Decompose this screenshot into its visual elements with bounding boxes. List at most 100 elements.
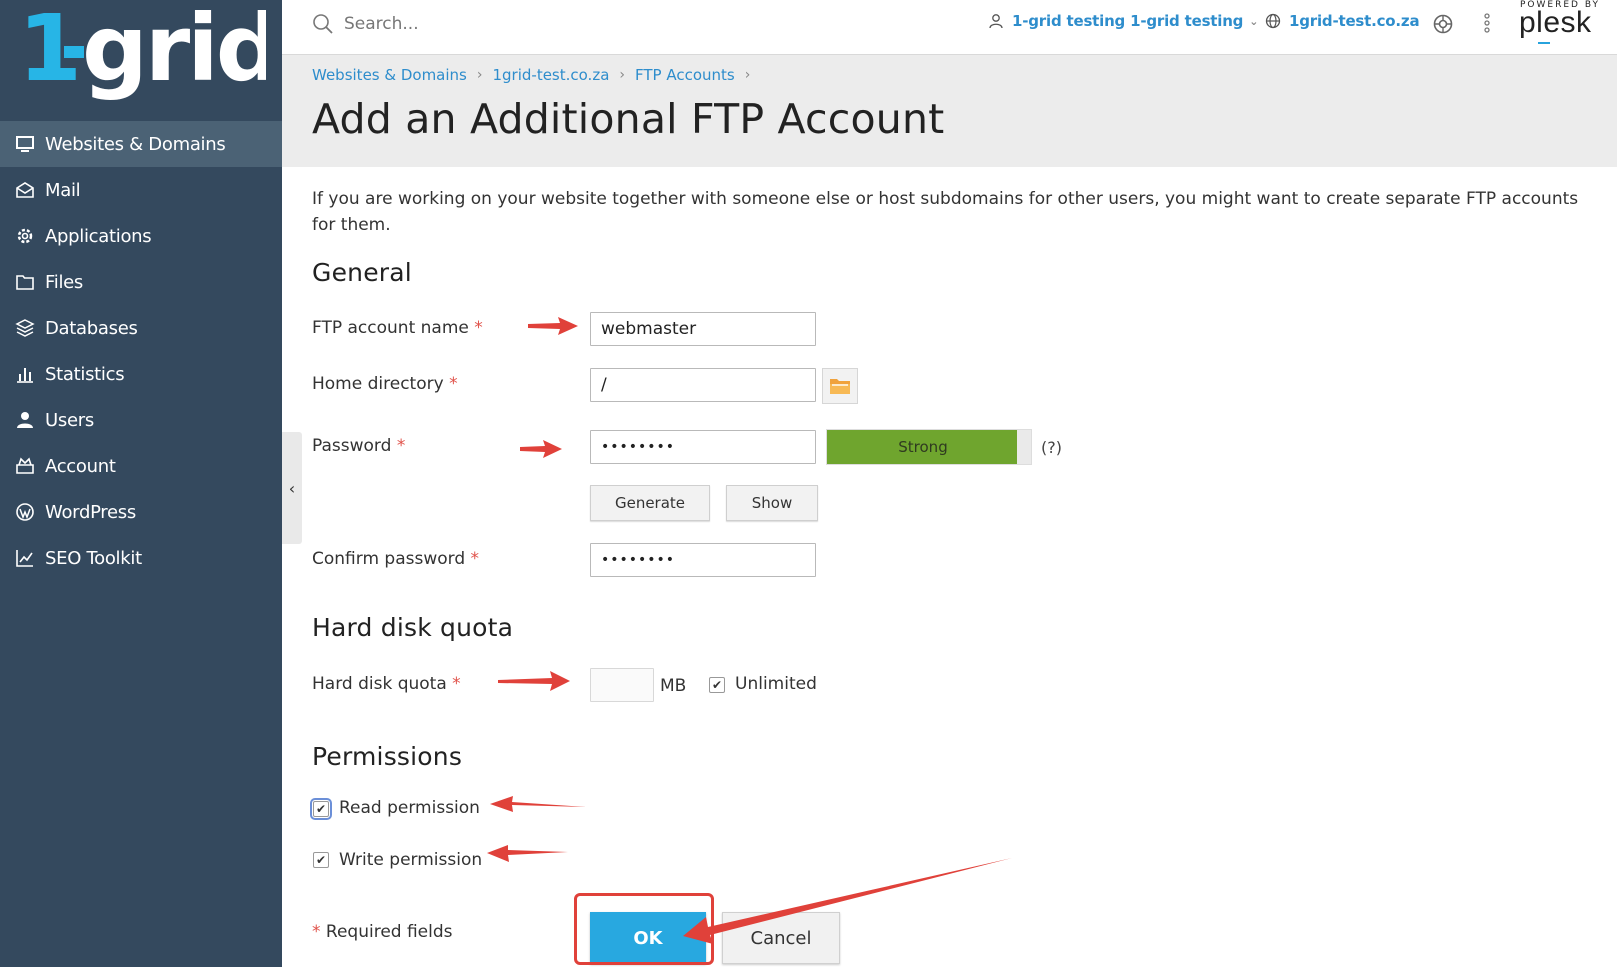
ok-button[interactable]: OK xyxy=(590,912,706,964)
browse-folder-button[interactable] xyxy=(822,368,858,404)
sidebar-item-label: Statistics xyxy=(45,363,125,385)
breadcrumb-ftp-accounts[interactable]: FTP Accounts xyxy=(635,66,735,84)
home-directory-input[interactable] xyxy=(590,368,816,402)
unlimited-label: Unlimited xyxy=(735,674,817,694)
search-input[interactable] xyxy=(342,10,646,38)
cancel-button[interactable]: Cancel xyxy=(722,912,840,964)
collapse-sidebar-button[interactable]: ‹ xyxy=(282,432,302,544)
intro-text: If you are working on your website toget… xyxy=(312,189,1579,235)
more-options-icon[interactable] xyxy=(1483,12,1491,34)
ftp-name-label: FTP account name * xyxy=(312,318,483,338)
quota-label-text: Hard disk quota xyxy=(312,674,447,694)
user-outline-icon xyxy=(989,14,1003,29)
confirm-password-label-text: Confirm password xyxy=(312,549,466,569)
checkmark-icon: ✔ xyxy=(711,678,723,692)
folder-icon xyxy=(830,379,850,394)
section-title-quota: Hard disk quota xyxy=(312,613,514,642)
write-permission-label: Write permission xyxy=(339,850,483,870)
database-icon xyxy=(14,317,36,339)
sidebar-item-label: WordPress xyxy=(45,501,136,523)
password-input[interactable] xyxy=(590,430,816,464)
breadcrumb-domain[interactable]: 1grid-test.co.za xyxy=(492,66,609,84)
sidebar-item-files[interactable]: Files xyxy=(0,259,282,305)
sidebar-item-label: Databases xyxy=(45,317,138,339)
arrow-to-write-permission xyxy=(487,845,568,862)
sidebar-item-wordpress[interactable]: WordPress xyxy=(0,489,282,535)
confirm-password-input[interactable] xyxy=(590,543,816,577)
sidebar-item-mail[interactable]: Mail xyxy=(0,167,282,213)
password-label: Password * xyxy=(312,436,405,456)
home-dir-label: Home directory * xyxy=(312,374,458,394)
chevron-down-icon: ⌄ xyxy=(1249,14,1259,28)
top-bar: 1-grid testing 1-grid testing ⌄ 1grid-te… xyxy=(282,0,1617,55)
ftp-name-label-text: FTP account name xyxy=(312,318,469,338)
seo-chart-icon xyxy=(14,547,36,569)
gear-icon xyxy=(14,225,36,247)
required-star: * xyxy=(474,318,483,338)
arrow-to-ftp-name xyxy=(528,317,578,335)
sidebar-item-label: Applications xyxy=(45,225,152,247)
strength-label: Strong xyxy=(898,438,948,456)
required-star: * xyxy=(396,436,406,456)
sidebar-item-websites-domains[interactable]: Websites & Domains xyxy=(0,121,282,167)
sidebar-item-label: Mail xyxy=(45,179,81,201)
quota-input[interactable] xyxy=(590,668,654,702)
sidebar-item-label: SEO Toolkit xyxy=(45,547,142,569)
required-star: * xyxy=(449,374,458,394)
sidebar-item-account[interactable]: Account xyxy=(0,443,282,489)
sidebar-item-label: Files xyxy=(45,271,83,293)
domain-name: 1grid-test.co.za xyxy=(1289,12,1420,30)
svg-text:grid: grid xyxy=(82,2,266,102)
folder-icon xyxy=(14,271,36,293)
plesk-wordmark: plesk xyxy=(1519,6,1592,39)
sidebar-item-statistics[interactable]: Statistics xyxy=(0,351,282,397)
wordpress-icon xyxy=(14,501,36,523)
password-strength-meter: Strong xyxy=(826,429,1032,465)
help-lifebuoy-icon[interactable] xyxy=(1432,13,1454,35)
write-permission-checkbox[interactable]: ✔ xyxy=(313,852,329,868)
checkmark-icon: ✔ xyxy=(315,853,327,867)
globe-icon xyxy=(1265,13,1281,29)
password-label-text: Password xyxy=(312,436,392,456)
sidebar-item-label: Account xyxy=(45,455,116,477)
sidebar-item-seo-toolkit[interactable]: SEO Toolkit xyxy=(0,535,282,581)
password-help-link[interactable]: (?) xyxy=(1041,438,1062,457)
checkmark-icon: ✔ xyxy=(315,802,327,816)
required-star: * xyxy=(452,674,461,694)
section-title-general: General xyxy=(312,258,412,287)
home-dir-label-text: Home directory xyxy=(312,374,444,394)
arrow-to-read-permission xyxy=(490,796,586,812)
user-menu[interactable]: 1-grid testing 1-grid testing ⌄ xyxy=(988,12,1258,30)
unlimited-checkbox[interactable]: ✔ xyxy=(709,677,725,693)
confirm-password-label: Confirm password * xyxy=(312,549,479,569)
sidebar: 1 grid Websites & Domains Mail Applicati… xyxy=(0,0,282,967)
user-icon xyxy=(14,409,36,431)
quota-unit: MB xyxy=(660,676,687,696)
arrow-to-password xyxy=(520,440,562,458)
plesk-underline xyxy=(1538,42,1550,44)
show-password-button[interactable]: Show xyxy=(726,485,818,521)
sidebar-item-applications[interactable]: Applications xyxy=(0,213,282,259)
read-permission-checkbox[interactable]: ✔ xyxy=(310,798,332,820)
quota-label: Hard disk quota * xyxy=(312,674,461,694)
sidebar-item-label: Users xyxy=(45,409,94,431)
sidebar-item-users[interactable]: Users xyxy=(0,397,282,443)
ftp-account-name-input[interactable] xyxy=(590,312,816,346)
chevron-left-icon: ‹ xyxy=(288,478,296,498)
sidebar-nav: Websites & Domains Mail Applications Fil… xyxy=(0,121,282,581)
page-title: Add an Additional FTP Account xyxy=(312,95,945,143)
plesk-logo: POWERED BY plesk xyxy=(1518,0,1598,50)
bar-chart-icon xyxy=(14,363,36,385)
user-name: 1-grid testing 1-grid testing xyxy=(1012,12,1244,30)
page-header: Websites & Domains › 1grid-test.co.za › … xyxy=(282,55,1617,167)
read-permission-label: Read permission xyxy=(339,798,480,818)
breadcrumb-websites-domains[interactable]: Websites & Domains xyxy=(312,66,467,84)
search-icon xyxy=(313,14,333,34)
sidebar-item-databases[interactable]: Databases xyxy=(0,305,282,351)
required-star: * xyxy=(470,549,480,569)
domain-selector[interactable]: 1grid-test.co.za xyxy=(1265,12,1420,30)
required-fields-note: * Required fields xyxy=(312,922,453,942)
generate-password-button[interactable]: Generate xyxy=(590,485,710,521)
brand-logo[interactable]: 1 grid xyxy=(16,2,266,114)
monitor-icon xyxy=(14,133,36,155)
